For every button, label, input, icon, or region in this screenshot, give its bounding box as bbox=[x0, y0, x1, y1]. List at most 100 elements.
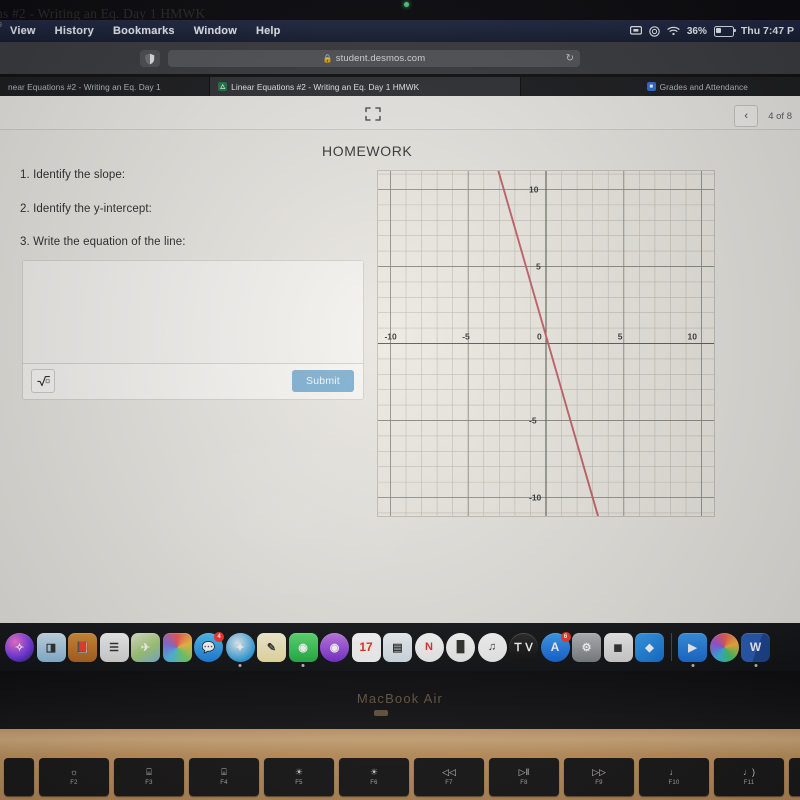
control-center-icon[interactable] bbox=[649, 25, 660, 37]
macbook-air-label: MacBook Air bbox=[356, 691, 444, 706]
menu-item-bookmarks[interactable]: Bookmarks bbox=[113, 25, 175, 37]
prev-screen-button[interactable]: ‹ bbox=[734, 105, 759, 127]
siri-icon[interactable]: ✧ bbox=[5, 632, 34, 662]
microsoft-word-icon[interactable]: W bbox=[741, 632, 770, 667]
finder-icon-glyph: ◨ bbox=[45, 641, 57, 654]
function-key-partial-left[interactable] bbox=[4, 758, 34, 796]
battery-percent-label: 36% bbox=[686, 25, 707, 37]
appletv-icon[interactable]: ＴＶ bbox=[509, 632, 538, 662]
svg-text:-5: -5 bbox=[462, 332, 470, 342]
fast-forward-key-glyph: ▷▷ bbox=[592, 767, 606, 777]
microsoft-word-icon-glyph: W bbox=[749, 640, 762, 654]
mission-control-key[interactable]: ⌸ F3 bbox=[114, 758, 184, 796]
dock-separator bbox=[670, 633, 672, 661]
answer-card: Submit bbox=[22, 260, 364, 400]
battery-icon[interactable] bbox=[713, 25, 736, 37]
brightness-up-key-glyph: ☼ bbox=[69, 767, 79, 777]
messages-icon-glyph: 💬 bbox=[201, 641, 216, 654]
keyboard-brightness-down-key[interactable]: ☀ F5 bbox=[264, 758, 334, 796]
news-icon[interactable]: N bbox=[414, 632, 444, 662]
siri-icon-glyph: ✧ bbox=[14, 641, 25, 654]
messages-icon[interactable]: 💬 4 bbox=[194, 631, 224, 662]
coordinate-graph[interactable]: -10 -5 0 5 10 -10 -5 5 10 bbox=[377, 170, 715, 517]
play-pause-key-label: F8 bbox=[520, 780, 528, 786]
answer-input[interactable] bbox=[23, 261, 363, 364]
activity-pagination: ‹ 4 of 8 bbox=[734, 105, 792, 127]
tab-linear-equations-day1[interactable]: near Equations #2 - Writing an Eq. Day 1 bbox=[0, 77, 211, 96]
page-count-label: 4 of 8 bbox=[768, 110, 792, 122]
system-preferences-icon[interactable]: ⚙ bbox=[572, 632, 601, 662]
roblox-icon[interactable]: ◼ bbox=[603, 632, 633, 662]
laptop-deck bbox=[0, 729, 800, 755]
keynote-icon[interactable]: ▤ bbox=[383, 632, 412, 662]
contacts-icon-glyph: ☰ bbox=[109, 641, 119, 654]
menu-item-window[interactable]: Window bbox=[194, 25, 237, 37]
mission-control-key-label: F3 bbox=[145, 780, 153, 786]
menu-bar-clock[interactable]: Thu 7:47 P bbox=[741, 25, 794, 37]
launchpad-key[interactable]: ⌸ F4 bbox=[189, 758, 259, 796]
svg-text:10: 10 bbox=[688, 332, 698, 342]
launchpad-key-glyph: ⌸ bbox=[221, 767, 227, 777]
appletv-icon-glyph: ＴＶ bbox=[512, 642, 535, 654]
menu-item-history[interactable]: History bbox=[55, 25, 94, 37]
finder-icon[interactable]: ◨ bbox=[36, 632, 66, 662]
submit-button[interactable]: Submit bbox=[292, 370, 354, 392]
play-pause-key[interactable]: ▷‖ F8 bbox=[489, 758, 559, 796]
question-2-y-intercept: 2. Identify the y-intercept: bbox=[20, 203, 152, 215]
page-subtitle: 9 bbox=[0, 22, 2, 29]
numbers-icon[interactable]: █ bbox=[446, 632, 475, 662]
calendar-icon[interactable]: 17 bbox=[351, 632, 381, 662]
svg-text:-10: -10 bbox=[529, 493, 542, 503]
square-root-icon[interactable] bbox=[31, 369, 55, 393]
tab-linear-equations-day1-hmwk[interactable]: △ Linear Equations #2 - Writing an Eq. D… bbox=[210, 77, 522, 96]
reload-icon[interactable]: ↻ bbox=[566, 53, 574, 64]
keyboard-brightness-up-key-label: F6 bbox=[370, 780, 378, 786]
app-store-icon[interactable]: A6 bbox=[540, 631, 571, 662]
svg-text:-10: -10 bbox=[384, 332, 397, 342]
question-3-equation: 3. Write the equation of the line: bbox=[20, 236, 186, 248]
maps-icon[interactable]: ✈ bbox=[131, 632, 160, 662]
address-bar[interactable]: 🔒 student.desmos.com ↻ bbox=[168, 50, 580, 67]
svg-text:5: 5 bbox=[536, 261, 541, 271]
books-icon[interactable]: 📕 bbox=[68, 632, 97, 662]
svg-text:5: 5 bbox=[618, 332, 623, 342]
keynote-icon-glyph: ▤ bbox=[392, 641, 403, 654]
question-1-slope: 1. Identify the slope: bbox=[20, 169, 126, 181]
creative-cloud-icon[interactable] bbox=[709, 632, 739, 662]
menu-item-help[interactable]: Help bbox=[256, 25, 281, 37]
mute-key[interactable]: ♩ F10 bbox=[639, 758, 709, 796]
running-indicator-dot bbox=[238, 663, 242, 667]
notes-icon[interactable]: ✎ bbox=[257, 632, 286, 662]
photos-icon[interactable] bbox=[162, 632, 192, 662]
svg-text:10: 10 bbox=[529, 184, 539, 194]
keyboard-brightness-down-key-glyph: ☀ bbox=[294, 767, 304, 777]
facetime-icon[interactable]: ◉ bbox=[288, 632, 318, 667]
function-key-partial-right[interactable] bbox=[789, 758, 800, 796]
music-icon[interactable]: ♫ bbox=[477, 632, 507, 662]
safari-icon[interactable]: ✦ bbox=[225, 632, 255, 667]
menu-item-view[interactable]: View bbox=[10, 25, 36, 37]
brightness-up-key-label: F2 bbox=[70, 780, 78, 786]
brightness-up-key[interactable]: ☼ F2 bbox=[39, 758, 109, 796]
fast-forward-key[interactable]: ▷▷ F9 bbox=[564, 758, 634, 796]
podcasts-icon[interactable]: ◉ bbox=[320, 632, 349, 662]
keyboard-brightness-up-key[interactable]: ☀ F6 bbox=[339, 758, 409, 796]
privacy-shield-icon[interactable] bbox=[140, 50, 160, 67]
screen-mirroring-icon[interactable] bbox=[629, 26, 642, 36]
grades-icon: ■ bbox=[646, 82, 656, 91]
zoom-icon[interactable]: ▶ bbox=[678, 632, 707, 667]
contacts-icon[interactable]: ☰ bbox=[99, 632, 129, 662]
expand-fullscreen-icon[interactable] bbox=[365, 107, 381, 121]
volume-down-key[interactable]: ♩) F11 bbox=[714, 758, 784, 796]
tab-grades-and-attendance[interactable]: ■ Grades and Attendance bbox=[639, 77, 800, 96]
rewind-key[interactable]: ◁◁ F7 bbox=[414, 758, 484, 796]
wifi-icon[interactable] bbox=[667, 26, 680, 36]
fast-forward-key-label: F9 bbox=[595, 780, 603, 786]
blue-app-icon[interactable]: ◆ bbox=[635, 632, 664, 662]
facetime-icon-glyph: ◉ bbox=[298, 641, 308, 654]
homework-heading: HOMEWORK bbox=[322, 143, 413, 159]
activity-header bbox=[0, 96, 800, 130]
svg-text:-5: -5 bbox=[529, 416, 537, 426]
rewind-key-glyph: ◁◁ bbox=[442, 767, 456, 777]
macos-menu-bar: View History Bookmarks Window Help 36% T… bbox=[0, 20, 800, 42]
